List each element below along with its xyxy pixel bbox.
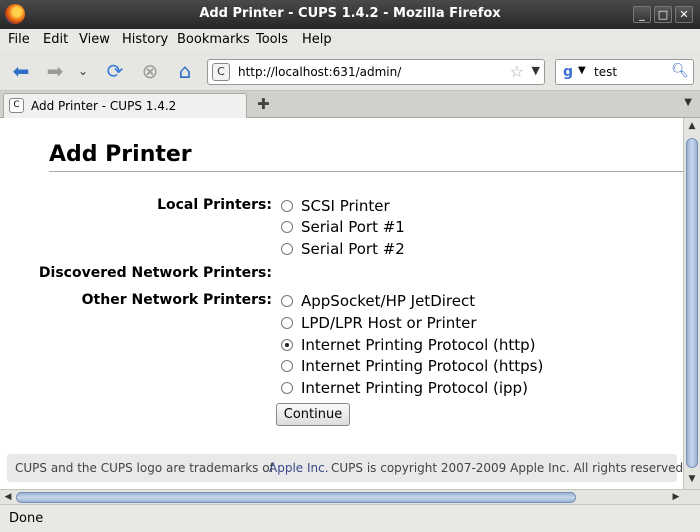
tab-title: Add Printer - CUPS 1.4.2 xyxy=(31,99,177,113)
apple-link[interactable]: Apple Inc. xyxy=(269,461,329,475)
option-scsi-printer[interactable]: SCSI Printer xyxy=(281,197,390,215)
menu-bookmarks[interactable]: Bookmarks xyxy=(177,32,250,47)
status-text: Done xyxy=(9,511,44,526)
status-bar: Done xyxy=(0,504,700,532)
vertical-scroll-thumb[interactable] xyxy=(686,138,698,468)
new-tab-plus-icon[interactable]: ✚ xyxy=(257,95,270,113)
scroll-left-arrow-icon[interactable]: ◀ xyxy=(1,490,15,504)
menu-file[interactable]: File xyxy=(8,32,30,47)
option-serial-port-1[interactable]: Serial Port #1 xyxy=(281,218,405,236)
title-bar: Add Printer - CUPS 1.4.2 - Mozilla Firef… xyxy=(0,0,700,29)
back-arrow-icon[interactable]: ⬅ xyxy=(8,59,34,83)
menu-help[interactable]: Help xyxy=(302,32,332,47)
radio-button[interactable] xyxy=(281,200,293,212)
scroll-down-arrow-icon[interactable]: ▼ xyxy=(685,472,699,487)
radio-button[interactable] xyxy=(281,243,293,255)
footer-text: CUPS and the CUPS logo are trademarks of xyxy=(15,461,274,475)
menu-bar: File Edit View History Bookmarks Tools H… xyxy=(0,29,700,51)
tab-bar: C Add Printer - CUPS 1.4.2 ✚ ▼ xyxy=(0,91,700,118)
option-ipp-https[interactable]: Internet Printing Protocol (https) xyxy=(281,357,543,375)
option-lpd-lpr[interactable]: LPD/LPR Host or Printer xyxy=(281,314,477,332)
url-bar[interactable]: C http://localhost:631/admin/ ☆ ▼ xyxy=(207,59,545,85)
url-text[interactable]: http://localhost:631/admin/ xyxy=(238,65,401,79)
radio-button[interactable] xyxy=(281,317,293,329)
footer-copyright: CUPS is copyright 2007-2009 Apple Inc. A… xyxy=(331,461,683,475)
local-printers-label: Local Printers: xyxy=(157,197,272,213)
horizontal-scrollbar[interactable]: ◀ ▶ xyxy=(0,489,700,504)
footer: CUPS and the CUPS logo are trademarks of… xyxy=(7,454,683,482)
vertical-scrollbar[interactable]: ▲ ▼ xyxy=(683,118,700,489)
search-input[interactable]: test xyxy=(594,65,617,79)
title-divider xyxy=(49,171,683,172)
home-icon[interactable]: ⌂ xyxy=(172,59,198,83)
window-title: Add Printer - CUPS 1.4.2 - Mozilla Firef… xyxy=(199,6,501,21)
forward-arrow-icon[interactable]: ➡ xyxy=(42,59,68,83)
option-ipp-http[interactable]: Internet Printing Protocol (http) xyxy=(281,336,536,354)
tab-list-dropdown-icon[interactable]: ▼ xyxy=(684,97,692,108)
menu-view[interactable]: View xyxy=(79,32,110,47)
option-appsocket[interactable]: AppSocket/HP JetDirect xyxy=(281,292,475,310)
option-ipp[interactable]: Internet Printing Protocol (ipp) xyxy=(281,379,528,397)
radio-button[interactable] xyxy=(281,360,293,372)
search-engine-dropdown-icon[interactable]: ▼ xyxy=(578,65,586,76)
bookmark-star-icon[interactable]: ☆ xyxy=(510,62,524,81)
search-bar[interactable]: g ▼ test 🔍︎ xyxy=(555,59,694,85)
site-identity-icon[interactable]: C xyxy=(212,63,230,81)
radio-button[interactable] xyxy=(281,295,293,307)
tab-add-printer[interactable]: C Add Printer - CUPS 1.4.2 xyxy=(3,93,247,118)
continue-button[interactable]: Continue xyxy=(276,403,350,426)
scroll-up-arrow-icon[interactable]: ▲ xyxy=(685,119,699,134)
page-title: Add Printer xyxy=(49,142,192,167)
search-magnifier-icon[interactable]: 🔍︎ xyxy=(671,63,689,79)
menu-tools[interactable]: Tools xyxy=(256,32,288,47)
close-window-button[interactable]: ✕ xyxy=(675,6,693,23)
other-printers-label: Other Network Printers: xyxy=(81,292,272,308)
menu-edit[interactable]: Edit xyxy=(43,32,68,47)
menu-history[interactable]: History xyxy=(122,32,168,47)
discovered-printers-label: Discovered Network Printers: xyxy=(38,265,272,281)
option-serial-port-2[interactable]: Serial Port #2 xyxy=(281,240,405,258)
history-dropdown-icon[interactable]: ⌄ xyxy=(76,59,90,83)
stop-icon[interactable]: ⊗ xyxy=(137,59,163,83)
google-search-engine-icon[interactable]: g xyxy=(559,63,577,81)
page-content: Add Printer Local Printers: SCSI Printer… xyxy=(0,118,683,489)
minimize-button[interactable]: _ xyxy=(633,6,651,23)
url-dropdown-icon[interactable]: ▼ xyxy=(532,64,540,77)
cups-favicon-icon: C xyxy=(9,98,24,113)
radio-button[interactable] xyxy=(281,221,293,233)
horizontal-scroll-thumb[interactable] xyxy=(16,492,576,503)
radio-button[interactable] xyxy=(281,382,293,394)
radio-button-selected[interactable] xyxy=(281,339,293,351)
scroll-right-arrow-icon[interactable]: ▶ xyxy=(669,490,683,504)
navigation-toolbar: ⬅ ➡ ⌄ ⟳ ⊗ ⌂ C http://localhost:631/admin… xyxy=(0,51,700,91)
reload-icon[interactable]: ⟳ xyxy=(102,59,128,83)
maximize-button[interactable]: □ xyxy=(654,6,672,23)
